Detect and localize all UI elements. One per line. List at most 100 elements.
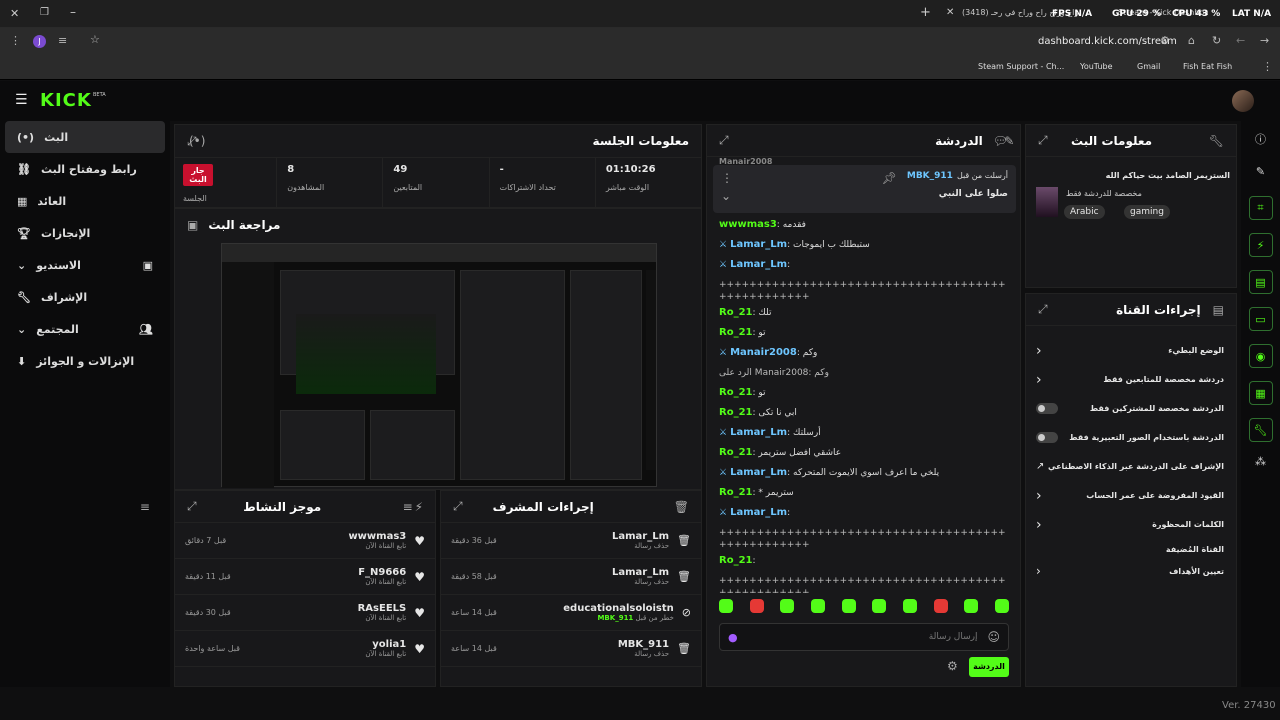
external-link-icon[interactable]: ↗	[1036, 461, 1044, 472]
channel-action-item[interactable]: ↗ الإشراف على الدردشة عبر الذكاء الاصطناع…	[1026, 452, 1236, 481]
emoji-icon[interactable]: ☺	[987, 630, 1000, 644]
item-by[interactable]: MBK_911	[597, 614, 633, 622]
filter-icon[interactable]: ≡	[140, 500, 150, 514]
reload-icon[interactable]: ↻	[1212, 34, 1221, 47]
item-user[interactable]: yolia1	[365, 639, 406, 650]
filter-icon[interactable]: ≡	[403, 500, 413, 514]
chat-send-button[interactable]: الدردشة	[969, 657, 1009, 677]
emote-icon[interactable]	[749, 599, 764, 613]
pinned-by-user[interactable]: MBK_911	[907, 171, 953, 185]
forward-icon[interactable]: ←	[1236, 34, 1245, 47]
chat-username[interactable]: Lamar_Lm	[730, 427, 787, 438]
chat-username[interactable]: Ro_21	[719, 407, 753, 418]
emote-icon[interactable]	[933, 599, 948, 613]
channel-action-item[interactable]: الدردشة مخصصة للمشتركين فقط	[1026, 394, 1236, 423]
site-settings-icon[interactable]: ⚙	[1160, 34, 1170, 47]
pin-icon[interactable]: 📌︎	[882, 171, 897, 185]
emote-icon[interactable]	[719, 599, 733, 613]
sidebar-item-stream-key[interactable]: ⛓ رابط ومفتاح البث	[5, 153, 165, 185]
chat-username[interactable]: Ro_21	[719, 487, 753, 498]
rail-community-icon[interactable]: ⁂	[1241, 455, 1280, 468]
hamburger-icon[interactable]: ☰	[15, 92, 28, 108]
item-user[interactable]: MBK_911	[618, 639, 669, 650]
set-goals-item[interactable]: › تعيين الأهداف	[1026, 560, 1236, 582]
emote-icon[interactable]	[994, 599, 1009, 613]
back-icon[interactable]: →	[1260, 34, 1269, 47]
chat-username[interactable]: Lamar_Lm	[730, 467, 787, 478]
expand-icon[interactable]: ⤢	[187, 499, 197, 514]
expand-icon[interactable]: ⤢	[453, 499, 463, 514]
rail-chat-icon[interactable]: ▭	[1248, 307, 1273, 331]
chat-username[interactable]: Lamar_Lm	[730, 507, 787, 518]
item-user[interactable]: wwwmas3	[348, 531, 406, 542]
edit-icon[interactable]: ✎	[1004, 134, 1014, 148]
chat-username[interactable]: Ro_21	[719, 327, 753, 338]
emote-icon[interactable]	[964, 599, 979, 613]
emote-icon[interactable]	[780, 599, 795, 613]
settings-gear-icon[interactable]: ⚙	[947, 659, 958, 673]
channel-action-item[interactable]: › الكلمات المحظورة	[1026, 510, 1236, 539]
tag-gaming[interactable]: gaming	[1124, 205, 1170, 219]
menu-dots-icon[interactable]: ⋮	[10, 34, 21, 47]
category-text[interactable]: مخصصة للدردشة فقط	[1066, 189, 1142, 198]
chat-username[interactable]: Lamar_Lm	[730, 259, 787, 270]
chat-username[interactable]: wwwmas3	[719, 219, 777, 230]
rail-layout-icon[interactable]: ▦	[1248, 381, 1273, 405]
channel-action-item[interactable]: › دردشة مخصصة للمتابعين فقط	[1026, 365, 1236, 394]
chat-username[interactable]: Manair2008	[730, 347, 797, 358]
rail-doc-icon[interactable]: ▤	[1248, 270, 1273, 294]
sidebar-item-stream[interactable]: (•) البث	[5, 121, 165, 153]
expand-icon[interactable]: ⤢	[1038, 302, 1048, 317]
sidebar-item-revenue[interactable]: ▦ العائد	[5, 185, 165, 217]
item-user[interactable]: F_N9666	[358, 567, 406, 578]
minimize-window-icon[interactable]: –	[70, 5, 76, 19]
more-icon[interactable]: ⋮	[721, 171, 733, 185]
item-user[interactable]: Lamar_Lm	[612, 567, 669, 578]
item-user[interactable]: educationalsoloistn	[563, 603, 674, 614]
emote-icon[interactable]	[810, 599, 825, 613]
bookmarks-more-icon[interactable]: ⋮	[1262, 60, 1273, 73]
sidebar-item-studio[interactable]: ⌄ الاستديو ▣	[5, 249, 165, 281]
chat-username[interactable]: Ro_21	[719, 387, 753, 398]
item-user[interactable]: RAsEELS	[358, 603, 407, 614]
close-tab-icon[interactable]: ✕	[946, 7, 954, 18]
kick-logo[interactable]: KICK	[40, 90, 92, 111]
emote-icon[interactable]	[841, 599, 856, 613]
bookmark-star-icon[interactable]: ☆	[90, 33, 100, 46]
sidebar-item-drops[interactable]: ⬇ الإنزالات و الجوائز	[5, 345, 165, 377]
chevron-down-icon[interactable]: ⌄	[721, 189, 731, 203]
mic-icon[interactable]: ●	[728, 631, 738, 644]
bookmark-fish[interactable]: Fish Eat Fish	[1183, 62, 1232, 71]
url-text[interactable]: dashboard.kick.com/stream	[1038, 36, 1177, 47]
rail-bolt-icon[interactable]: ⚡︎	[1248, 233, 1273, 257]
toggle-switch[interactable]	[1036, 432, 1058, 443]
avatar[interactable]	[1232, 90, 1254, 112]
expand-icon[interactable]: ⤢	[1038, 133, 1048, 148]
emote-icon[interactable]	[872, 599, 887, 613]
profile-icon[interactable]: J	[33, 35, 46, 48]
channel-action-item[interactable]: › الوضع البطيء	[1026, 336, 1236, 365]
sidebar-item-moderation[interactable]: 🔧︎ الإشراف	[5, 281, 165, 313]
chat-username[interactable]: Lamar_Lm	[730, 239, 787, 250]
sidebar-item-community[interactable]: ⌄ المجتمع 👥︎	[5, 313, 165, 345]
toggle-switch[interactable]	[1036, 403, 1058, 414]
item-user[interactable]: Lamar_Lm	[612, 531, 669, 542]
chat-username[interactable]: Ro_21	[719, 447, 753, 458]
tag-arabic[interactable]: Arabic	[1064, 205, 1105, 219]
chat-username[interactable]: Ro_21	[719, 555, 753, 566]
edit-icon[interactable]: ✎	[1241, 165, 1280, 178]
bookmark-gmail[interactable]: Gmail	[1137, 62, 1160, 71]
channel-action-item[interactable]: › القيود المفروضة على عمر الحساب	[1026, 481, 1236, 510]
new-tab-icon[interactable]: +	[920, 5, 931, 20]
rail-broadcast-icon[interactable]: ◉	[1248, 344, 1273, 368]
home-icon[interactable]: ⌂	[1188, 34, 1195, 47]
chat-input[interactable]: ● إرسال رسالة ☺	[719, 623, 1009, 651]
close-window-icon[interactable]: ✕	[10, 7, 19, 20]
chat-username[interactable]: Ro_21	[719, 307, 753, 318]
rail-wrench-icon[interactable]: 🔧︎	[1248, 418, 1273, 442]
channel-action-item[interactable]: الدردشة باستخدام الصور التعبيرية فقط	[1026, 423, 1236, 452]
stream-video[interactable]	[221, 243, 657, 488]
reading-list-icon[interactable]: ≡	[58, 34, 67, 47]
restore-window-icon[interactable]: ❐	[40, 7, 49, 18]
bookmark-steam[interactable]: Steam Support - Ch...	[978, 62, 1064, 71]
